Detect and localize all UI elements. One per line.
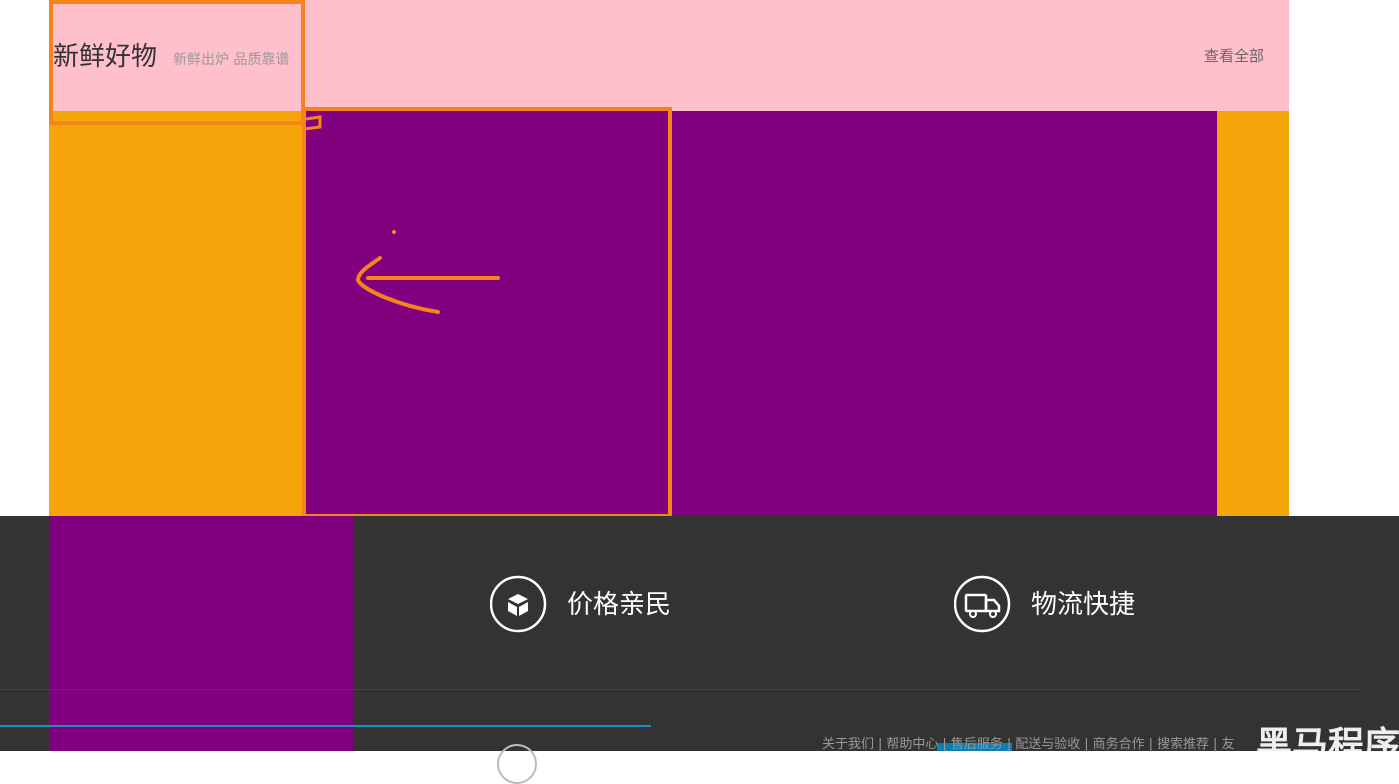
- footer-link-business[interactable]: 商务合作: [1093, 737, 1145, 752]
- footer-links: 关于我们 | 帮助中心 | 售后服务 | 配送与验收 | 商务合作 | 搜索推荐 | 友: [822, 737, 1235, 752]
- right-side-block: [1217, 111, 1289, 517]
- box-icon: [489, 575, 547, 633]
- truck-icon: [953, 575, 1011, 633]
- footer-divider: [0, 689, 1362, 690]
- left-arrow-annotation: [355, 230, 500, 314]
- footer-link-aftersale[interactable]: 售后服务: [951, 737, 1003, 752]
- annotation-corner-mark: [303, 115, 322, 131]
- view-all-link[interactable]: 查看全部: [1204, 45, 1264, 66]
- section-subtitle: 新鲜出炉 品质靠谱: [173, 52, 290, 68]
- feature-shipping-label: 物流快捷: [1031, 590, 1136, 620]
- left-side-block: [49, 111, 302, 517]
- footer-link-help[interactable]: 帮助中心: [886, 737, 938, 752]
- bottom-circle-icon: [497, 744, 537, 784]
- section-title: 新鲜好物: [53, 42, 158, 72]
- watermark-logo: 黑马程序: [1256, 725, 1399, 766]
- feature-price-label: 价格亲民: [567, 590, 672, 620]
- footer-link-delivery[interactable]: 配送与验收: [1015, 737, 1080, 752]
- footer-link-friends[interactable]: 友: [1221, 737, 1234, 752]
- video-progress-bar[interactable]: [0, 725, 651, 727]
- footer-link-about[interactable]: 关于我们: [822, 737, 874, 752]
- footer-purple-block: [49, 516, 353, 751]
- footer-link-search[interactable]: 搜索推荐: [1157, 737, 1209, 752]
